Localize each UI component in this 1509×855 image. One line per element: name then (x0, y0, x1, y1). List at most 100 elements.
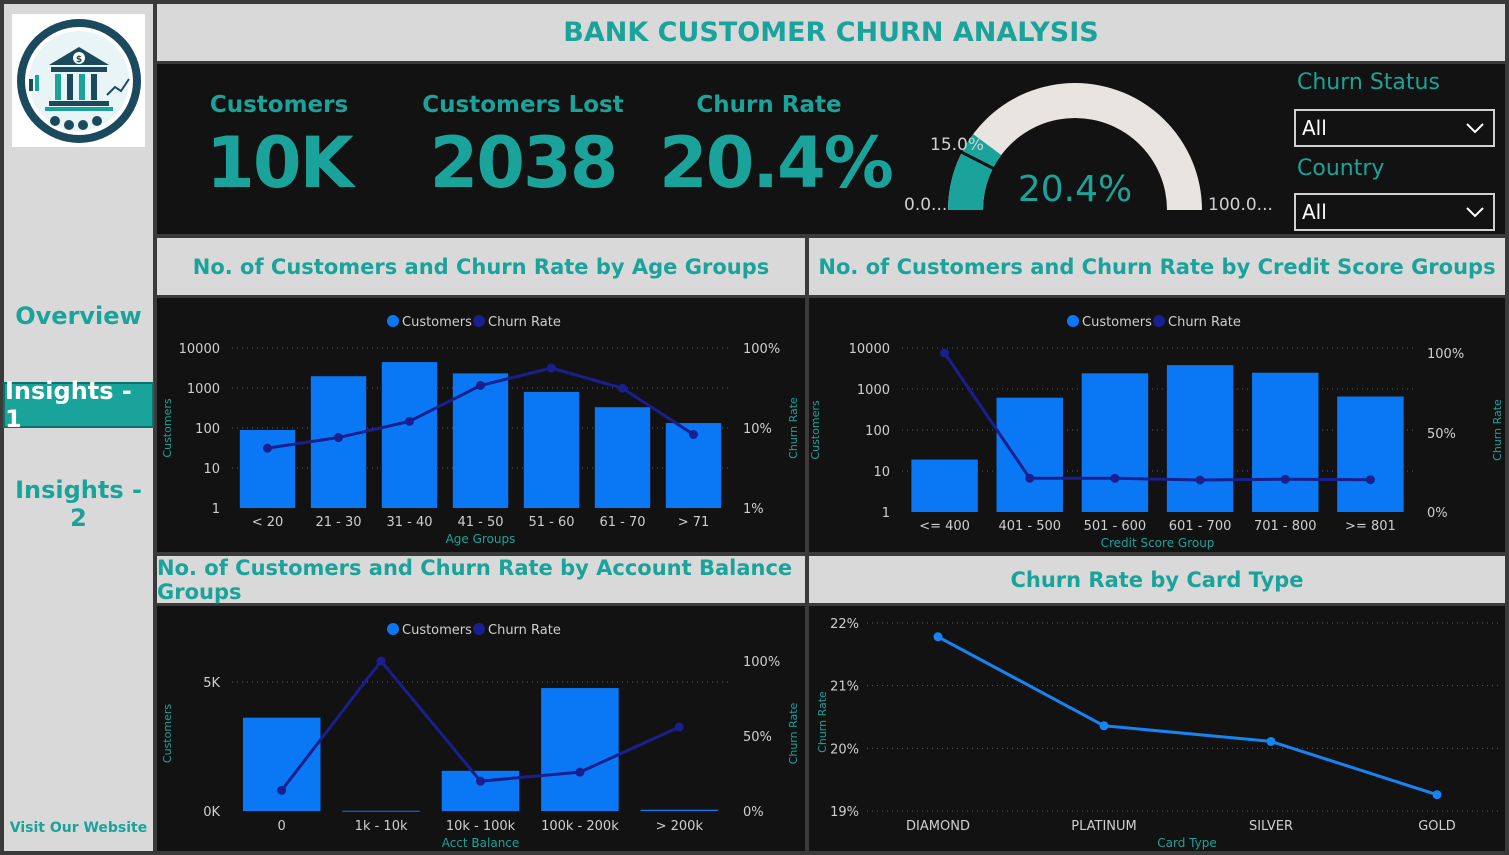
card-y-tick: 19% (830, 805, 859, 820)
age-churn-point-2 (405, 416, 414, 426)
age-y-tick: 100 (195, 422, 220, 437)
balance-legend-customers: Customers (402, 623, 472, 638)
age-bar-0 (239, 430, 296, 508)
balance-bar-1 (342, 810, 420, 812)
card-chart: 22% 21% 20% 19% Churn Rate Card Type DIAMOND PL… (816, 617, 1499, 850)
balance-x-tick: 1k - 10k (355, 819, 408, 834)
credit-legend-churn-marker (1153, 315, 1165, 327)
card-churn-point-1 (1099, 721, 1109, 731)
age-y-axis-title: Customers (161, 398, 174, 457)
age-y2-tick: 10% (743, 422, 772, 437)
gauge-min-label: 0.0... (904, 195, 947, 215)
country-dropdown[interactable]: All (1294, 193, 1495, 231)
card-chart-panel: 22% 21% 20% 19% Churn Rate Card Type DIAMOND PL… (809, 606, 1505, 851)
credit-x-axis-title: Credit Score Group (1101, 536, 1215, 550)
balance-bar-4 (640, 809, 719, 811)
credit-y-tick: 10000 (849, 342, 890, 357)
card-churn-point-2 (1266, 736, 1276, 746)
credit-churn-point-4 (1280, 474, 1290, 484)
credit-y-tick: 1 (882, 506, 890, 521)
churn-status-label: Churn Status (1297, 70, 1440, 95)
gauge-target-label: 15.0% (930, 135, 984, 155)
balance-y-axis-title: Customers (161, 704, 174, 763)
age-x-tick: > 71 (678, 515, 710, 530)
credit-x-tick: 701 - 800 (1254, 519, 1317, 534)
balance-x-tick: > 200k (656, 819, 704, 834)
visit-website-link[interactable]: Visit Our Website (4, 820, 153, 836)
age-legend-customers-marker (387, 315, 399, 327)
age-churn-point-5 (618, 383, 627, 393)
balance-x-tick: 0 (278, 819, 286, 834)
age-bar-5 (594, 407, 651, 508)
credit-x-tick: 401 - 500 (998, 519, 1061, 534)
card-x-tick: GOLD (1418, 819, 1456, 834)
credit-y2-tick: 0% (1427, 506, 1448, 521)
age-churn-point-6 (689, 429, 698, 439)
card-x-tick: DIAMOND (906, 819, 970, 834)
age-y-tick: 1000 (187, 382, 220, 397)
gauge-max-label: 100.0... (1208, 195, 1273, 215)
balance-churn-point-4 (674, 722, 684, 732)
kpi-panel: Customers 10K Customers Lost 2038 Churn … (157, 64, 1505, 234)
card-x-axis-title: Card Type (1157, 836, 1216, 850)
balance-churn-point-3 (575, 767, 585, 777)
churn-status-value: All (1302, 116, 1327, 140)
credit-bar-2 (1081, 373, 1149, 512)
credit-x-tick: 501 - 600 (1084, 519, 1147, 534)
card-chart-title: Churn Rate by Card Type (809, 556, 1505, 603)
balance-legend-churn-marker (473, 623, 485, 635)
balance-y2-tick: 0% (743, 805, 764, 820)
gauge-value-label: 20.4% (1018, 169, 1132, 210)
credit-churn-point-5 (1365, 475, 1375, 485)
balance-legend-churn: Churn Rate (488, 623, 561, 638)
age-y-tick: 10000 (179, 342, 220, 357)
balance-churn-point-0 (277, 785, 287, 795)
credit-legend-churn: Churn Rate (1168, 315, 1241, 330)
age-y2-tick: 1% (743, 502, 764, 517)
age-x-tick: 31 - 40 (386, 515, 432, 530)
page-title: BANK CUSTOMER CHURN ANALYSIS (157, 4, 1505, 61)
card-churn-line (937, 635, 1438, 797)
kpi-customers-value: 10K (206, 122, 354, 204)
credit-churn-point-0 (940, 348, 950, 358)
nav-overview[interactable]: Overview (4, 302, 153, 330)
age-x-tick: 21 - 30 (315, 515, 361, 530)
age-bar-2 (381, 362, 438, 508)
age-bar-4 (523, 391, 580, 508)
age-legend-customers: Customers (402, 315, 472, 330)
credit-legend-customers: Customers (1082, 315, 1152, 330)
nav-insights-1[interactable]: Insights - 1 (3, 377, 154, 433)
credit-chart: Customers Churn Rate 10000 1000 100 10 1 100% 50… (809, 315, 1504, 550)
age-x-tick: 51 - 60 (528, 515, 574, 530)
balance-y-tick: 0K (203, 805, 220, 820)
age-churn-point-4 (547, 363, 556, 373)
churn-status-dropdown[interactable]: All (1294, 109, 1495, 147)
age-churn-point-3 (476, 380, 485, 390)
balance-chart: Customers Churn Rate 5K 0K 100% 50% 0% Customer… (161, 623, 800, 850)
age-y2-tick: 100% (743, 342, 780, 357)
balance-chart-panel: Customers Churn Rate 5K 0K 100% 50% 0% Customer… (157, 606, 805, 851)
credit-chart-title: No. of Customers and Churn Rate by Credi… (809, 238, 1505, 295)
bank-logo: $ (12, 14, 145, 147)
chevron-down-icon (1466, 207, 1484, 218)
age-bar-3 (452, 373, 509, 508)
kpi-rate-label: Churn Rate (696, 92, 842, 118)
kpi-rate-value: 20.4% (659, 122, 894, 204)
credit-churn-point-2 (1110, 473, 1120, 483)
credit-y-tick: 1000 (857, 383, 890, 398)
kpi-lost-label: Customers Lost (422, 92, 624, 118)
card-churn-point-3 (1432, 790, 1442, 800)
credit-bar-1 (996, 397, 1063, 512)
nav-insights-2[interactable]: Insights - 2 (4, 476, 153, 532)
age-legend-churn: Churn Rate (488, 315, 561, 330)
card-x-tick: SILVER (1249, 819, 1293, 834)
card-y-tick: 20% (830, 742, 859, 757)
credit-x-tick: 601 - 700 (1169, 519, 1232, 534)
card-y-axis-title: Churn Rate (816, 691, 829, 753)
credit-y-tick: 100 (865, 424, 890, 439)
credit-y2-tick: 100% (1427, 347, 1464, 362)
sidebar: $ Overview Insights - 1 Insights - 2 Vis… (3, 4, 154, 851)
age-bar-1 (310, 376, 367, 508)
chevron-down-icon (1466, 123, 1484, 134)
balance-churn-point-2 (476, 776, 485, 786)
